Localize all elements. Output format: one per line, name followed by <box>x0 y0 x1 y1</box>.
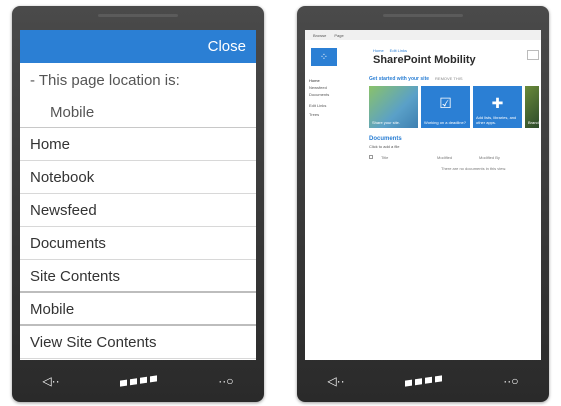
empty-view-message: There are no documents in this view. <box>441 166 507 171</box>
speaker-grille <box>383 14 463 17</box>
ribbon-tabs: Browse Page <box>305 30 541 40</box>
tab-page[interactable]: Page <box>334 33 343 38</box>
tile-caption: Share your site. <box>372 120 401 125</box>
tile-add-apps[interactable]: ✚ Add lists, libraries, and other apps. <box>473 86 522 128</box>
windows-logo-icon[interactable] <box>405 375 443 387</box>
menu-item-documents[interactable]: Documents <box>20 227 256 260</box>
menu-item-home[interactable]: Home <box>20 128 256 161</box>
quick-launch-home[interactable]: Home <box>309 78 359 83</box>
menu-header: Close <box>20 30 256 63</box>
hardware-nav-bar: ◁·· ··○ <box>297 360 549 402</box>
quick-launch: Home Newsfeed Documents Edit Links Trees <box>309 78 359 121</box>
breadcrumb: Home Edit Links <box>373 48 476 53</box>
site-title: SharePoint Mobility <box>373 54 476 66</box>
location-label: - This page location is: <box>30 72 180 89</box>
phone-right: Browse Page ⁘ Home Edit Links SharePoint… <box>297 6 549 402</box>
search-icon[interactable]: ··○ <box>218 374 233 388</box>
tab-browse[interactable]: Browse <box>313 33 326 38</box>
page-body: Home Newsfeed Documents Edit Links Trees… <box>305 70 541 360</box>
breadcrumb-home[interactable]: Home <box>373 48 384 53</box>
documents-heading[interactable]: Documents <box>369 136 541 142</box>
documents-header-row: Title Modified Modified By <box>369 155 541 160</box>
tile-deadline[interactable]: ☑ Working on a deadline? <box>421 86 470 128</box>
remove-this-link[interactable]: REMOVE THIS <box>435 76 463 81</box>
quick-launch-trees[interactable]: Trees <box>309 112 359 117</box>
column-modified-by[interactable]: Modified By <box>479 155 500 160</box>
quick-launch-newsfeed[interactable]: Newsfeed <box>309 85 359 90</box>
clipboard-check-icon: ☑ <box>439 95 452 111</box>
site-header: ⁘ Home Edit Links SharePoint Mobility <box>305 40 541 70</box>
back-arrow-icon[interactable]: ◁·· <box>42 374 59 388</box>
breadcrumb-edit-links[interactable]: Edit Links <box>390 48 407 53</box>
windows-logo-icon[interactable] <box>120 375 158 387</box>
tile-brand[interactable]: Brand <box>525 86 539 128</box>
speaker-grille <box>98 14 178 17</box>
tile-share-site[interactable]: Share your site. <box>369 86 418 128</box>
sharepoint-screen: Browse Page ⁘ Home Edit Links SharePoint… <box>305 30 541 360</box>
location-value: Mobile <box>20 96 256 128</box>
main-content: Get started with your site REMOVE THIS S… <box>369 76 541 171</box>
new-file-link[interactable]: Click to add a file <box>369 144 541 149</box>
menu-screen: Close - This page location is: Mobile Ho… <box>20 30 256 360</box>
phone-left: Close - This page location is: Mobile Ho… <box>12 6 264 402</box>
menu-item-mobile[interactable]: Mobile <box>20 293 256 326</box>
site-logo-icon[interactable]: ⁘ <box>311 48 337 66</box>
quick-launch-edit-links[interactable]: Edit Links <box>309 103 359 108</box>
quick-launch-documents[interactable]: Documents <box>309 92 359 97</box>
get-started-tiles: Share your site. ☑ Working on a deadline… <box>369 86 541 128</box>
tile-caption: Add lists, libraries, and other apps. <box>476 115 517 125</box>
tile-caption: Working on a deadline? <box>424 120 466 125</box>
get-started-heading: Get started with your site REMOVE THIS <box>369 76 463 82</box>
menu-item-notebook[interactable]: Notebook <box>20 161 256 194</box>
close-button[interactable]: Close <box>208 38 246 55</box>
search-icon[interactable]: ··○ <box>503 374 518 388</box>
column-modified[interactable]: Modified <box>437 155 471 160</box>
menu-item-newsfeed[interactable]: Newsfeed <box>20 194 256 227</box>
menu-item-site-contents[interactable]: Site Contents <box>20 260 256 293</box>
tile-caption: Brand <box>528 120 539 125</box>
puzzle-piece-icon: ✚ <box>491 95 504 111</box>
column-title[interactable]: Title <box>381 155 429 160</box>
hardware-nav-bar: ◁·· ··○ <box>12 360 264 402</box>
menu-item-view-site-contents[interactable]: View Site Contents <box>20 326 256 359</box>
back-arrow-icon[interactable]: ◁·· <box>327 374 344 388</box>
search-box[interactable] <box>527 50 539 60</box>
select-all-checkbox[interactable] <box>369 155 373 159</box>
